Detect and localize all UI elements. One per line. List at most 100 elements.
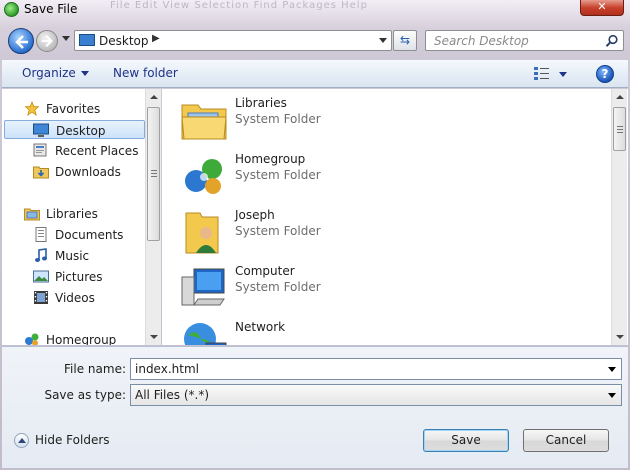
- address-bar[interactable]: Desktop ▶: [74, 30, 392, 51]
- file-type: System Folder: [235, 112, 321, 126]
- file-type: System Folder: [235, 280, 321, 294]
- view-options-dropdown-icon[interactable]: [559, 72, 567, 77]
- favorites-star-icon: [24, 101, 40, 116]
- file-name-label: File name:: [64, 362, 126, 376]
- save-button[interactable]: Save: [423, 429, 509, 452]
- nav-homegroup[interactable]: Homegroup: [4, 330, 145, 345]
- nav-homegroup-label: Homegroup: [46, 333, 117, 345]
- save-form: File name: index.html Save as type: All …: [2, 346, 628, 468]
- file-item-joseph[interactable]: Joseph System Folder: [180, 203, 600, 255]
- nav-item-label: Videos: [55, 291, 95, 305]
- hide-folders-label: Hide Folders: [35, 433, 110, 447]
- recent-places-icon: [33, 143, 47, 157]
- file-name: Libraries: [235, 96, 287, 110]
- command-toolbar: Organize New folder ?: [2, 60, 628, 88]
- scroll-down-icon[interactable]: [150, 335, 158, 339]
- chevron-up-icon: [14, 433, 29, 448]
- nav-favorites-label: Favorites: [46, 102, 101, 116]
- breadcrumb-chevron-icon[interactable]: ▶: [152, 33, 160, 44]
- hide-folders-button[interactable]: Hide Folders: [14, 433, 110, 448]
- file-item-computer[interactable]: Computer System Folder: [180, 259, 600, 311]
- libraries-icon: [24, 208, 40, 221]
- save-as-type-select[interactable]: All Files (*.*): [130, 384, 622, 406]
- pictures-icon: [33, 270, 49, 283]
- nav-item-label: Recent Places: [55, 144, 139, 158]
- chevron-down-icon: [80, 71, 89, 76]
- save-as-type-label: Save as type:: [44, 388, 126, 402]
- address-dropdown-icon[interactable]: [379, 38, 387, 43]
- grip-line: [151, 170, 157, 171]
- file-list-scrollbar[interactable]: [611, 89, 627, 345]
- desktop-icon: [33, 123, 49, 137]
- nav-item-downloads[interactable]: Downloads: [4, 162, 145, 181]
- file-name-input[interactable]: index.html: [135, 362, 199, 376]
- network-icon: [184, 323, 227, 345]
- file-name-dropdown-icon[interactable]: [608, 367, 616, 372]
- scroll-down-icon[interactable]: [616, 335, 624, 339]
- nav-item-recent-places[interactable]: Recent Places: [4, 141, 145, 160]
- downloads-icon: [33, 166, 49, 179]
- nav-favorites[interactable]: Favorites: [4, 99, 145, 118]
- file-name: Joseph: [235, 208, 275, 222]
- nav-item-label: Downloads: [55, 165, 121, 179]
- help-button[interactable]: ?: [596, 65, 614, 83]
- homegroup-icon: [25, 333, 39, 345]
- nav-libraries[interactable]: Libraries: [4, 204, 145, 223]
- videos-icon: [34, 291, 48, 304]
- nav-item-pictures[interactable]: Pictures: [4, 267, 145, 286]
- file-item-network[interactable]: Network: [180, 315, 600, 345]
- grip-line: [617, 129, 623, 130]
- title-bar: Save File File Edit View Selection Find …: [0, 0, 630, 20]
- navigation-pane: Favorites Desktop Recent Places Download…: [2, 89, 161, 345]
- new-folder-button[interactable]: New folder: [113, 66, 178, 80]
- search-input[interactable]: Search Desktop: [434, 34, 529, 48]
- grip-line: [151, 173, 157, 174]
- save-as-type-dropdown-icon[interactable]: [608, 393, 616, 398]
- homegroup-icon: [185, 159, 222, 194]
- grip-line: [151, 176, 157, 177]
- organize-button[interactable]: Organize: [22, 66, 89, 80]
- refresh-button[interactable]: ⇆: [393, 30, 417, 51]
- file-type: System Folder: [235, 168, 321, 182]
- cancel-button[interactable]: Cancel: [523, 429, 609, 452]
- grip-line: [617, 132, 623, 133]
- back-button[interactable]: [8, 28, 34, 54]
- change-view-icon[interactable]: [534, 67, 549, 80]
- music-icon: [35, 248, 47, 262]
- file-name: Computer: [235, 264, 295, 278]
- nav-item-label: Documents: [55, 228, 124, 242]
- nav-item-documents[interactable]: Documents: [4, 225, 145, 244]
- search-box[interactable]: Search Desktop: [425, 30, 624, 51]
- user-folder-icon: [185, 212, 219, 254]
- breadcrumb-desktop[interactable]: Desktop: [99, 34, 149, 48]
- scroll-up-icon[interactable]: [616, 95, 624, 99]
- forward-arrow-icon: [41, 34, 53, 48]
- recent-pages-dropdown[interactable]: [62, 36, 70, 41]
- file-type: System Folder: [235, 224, 321, 238]
- grip-line: [617, 126, 623, 127]
- organize-label: Organize: [22, 66, 76, 80]
- nav-item-videos[interactable]: Videos: [4, 288, 145, 307]
- close-button[interactable]: ✕: [580, 0, 624, 16]
- file-name-field[interactable]: index.html: [130, 358, 622, 380]
- nav-item-music[interactable]: Music: [4, 246, 145, 265]
- computer-icon: [181, 268, 225, 306]
- file-name: Network: [235, 320, 286, 334]
- libraries-folder-icon: [181, 104, 227, 140]
- file-item-libraries[interactable]: Libraries System Folder: [180, 91, 600, 143]
- scrollbar-thumb[interactable]: [613, 107, 626, 151]
- window-title: Save File: [24, 2, 78, 16]
- nav-libraries-label: Libraries: [46, 207, 98, 221]
- save-as-type-value: All Files (*.*): [135, 388, 210, 402]
- forward-button[interactable]: [36, 30, 58, 52]
- scrollbar-thumb[interactable]: [147, 107, 160, 241]
- nav-item-label: Pictures: [55, 270, 103, 284]
- search-icon[interactable]: [605, 34, 619, 48]
- file-item-homegroup[interactable]: Homegroup System Folder: [180, 147, 600, 199]
- save-file-dialog: Save File File Edit View Selection Find …: [0, 0, 630, 470]
- back-arrow-icon: [15, 35, 28, 49]
- scroll-up-icon[interactable]: [150, 95, 158, 99]
- navigation-pane-scrollbar[interactable]: [145, 89, 161, 345]
- documents-icon: [35, 227, 47, 242]
- nav-item-desktop[interactable]: Desktop: [4, 120, 145, 139]
